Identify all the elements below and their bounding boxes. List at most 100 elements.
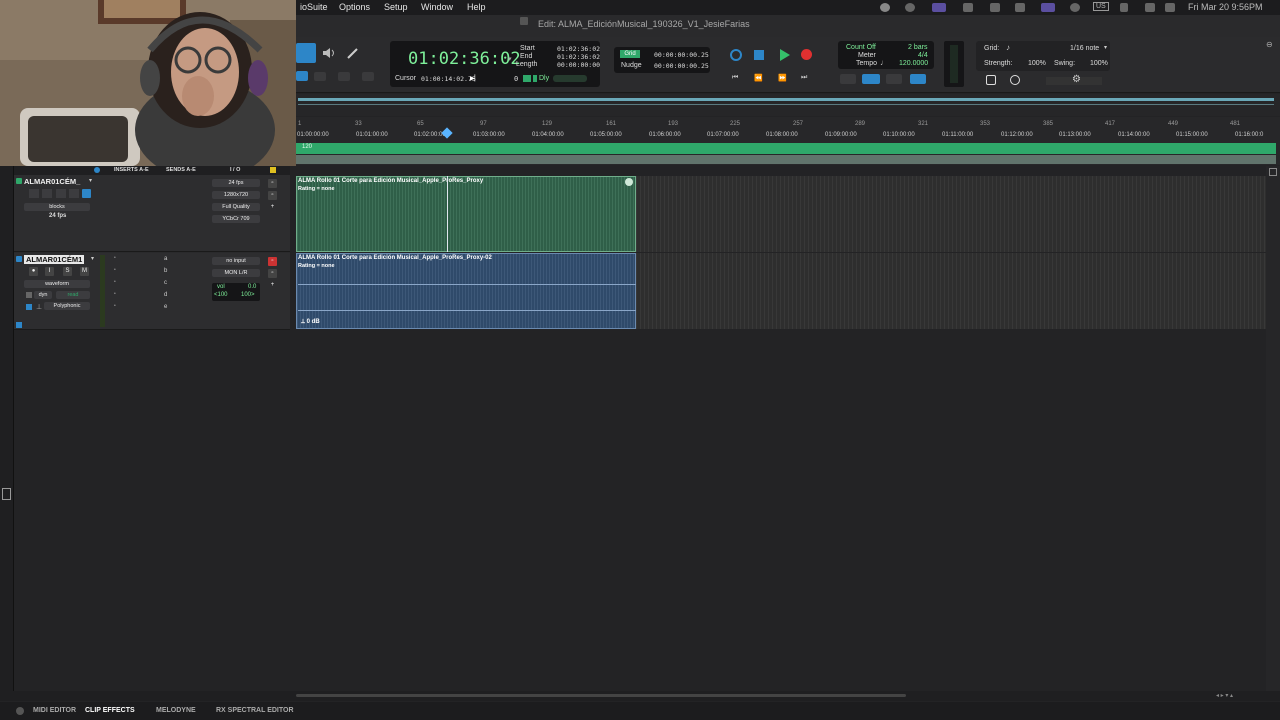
audio-clip[interactable]: ALMA Rollo 01 Corte para Edición Musical…	[296, 253, 636, 329]
edit-window-tracks[interactable]: ALMA Rollo 01 Corte para Edición Musical…	[296, 166, 1266, 691]
audio-io-settings-icon[interactable]: ▫	[268, 269, 277, 278]
video-io-colorspace[interactable]: YCbCr 709	[212, 215, 260, 223]
play-status-icon[interactable]	[1070, 3, 1080, 12]
mirror-icon[interactable]	[1041, 3, 1055, 12]
smart-tool-icon[interactable]	[296, 71, 308, 81]
length-value[interactable]: 00:00:00:00	[557, 61, 600, 69]
video-track-name[interactable]: ALMAR01CÉM_	[24, 177, 80, 186]
send-d[interactable]: d	[164, 292, 167, 298]
swing-value[interactable]: 100%	[1090, 60, 1108, 67]
meter-value[interactable]: 4/4	[918, 52, 928, 59]
grid-dropdown-icon[interactable]: ▾	[1104, 44, 1107, 51]
delay-label[interactable]: Dly	[539, 75, 549, 82]
tab-clip-effects[interactable]: CLIP EFFECTS	[85, 707, 135, 714]
wait-for-note-icon[interactable]	[886, 74, 902, 84]
universe-overview[interactable]	[296, 94, 1280, 116]
main-counter[interactable]: 01:02:36:02	[408, 49, 521, 69]
solo-button[interactable]: S	[63, 267, 72, 276]
video-io-fps[interactable]: 24 fps	[212, 179, 260, 187]
video-playlist-icon[interactable]	[82, 189, 91, 198]
voice-icon[interactable]	[26, 304, 32, 310]
send-c[interactable]: c	[164, 280, 167, 286]
insert-slot-d[interactable]: •	[114, 291, 116, 297]
nudge-value[interactable]: 00:00:00:00.25	[654, 62, 709, 70]
voice-selector[interactable]: Polyphonic	[44, 302, 90, 310]
start-value[interactable]: 01:02:36:02	[557, 45, 600, 53]
video-lock-button[interactable]	[42, 189, 52, 198]
select-tool-icon[interactable]	[362, 72, 374, 81]
sends-header[interactable]: SENDS A-E	[166, 167, 196, 173]
tempo-marker[interactable]: 120	[302, 144, 312, 150]
menu-window[interactable]: Window	[421, 2, 453, 12]
horizontal-scrollbar[interactable]: ◂ ▸ ▾ ▴	[0, 691, 1280, 701]
audio-track-header[interactable]: ALMAR01CÉM1 ▾ ● I S M waveform dyn read …	[14, 253, 290, 330]
video-online-button[interactable]	[29, 189, 39, 198]
lower-zone-toggle-icon[interactable]	[16, 707, 24, 715]
menu-app[interactable]: ioSuite	[300, 2, 328, 12]
count-off-label[interactable]: Count Off	[846, 44, 876, 51]
track-show-icon[interactable]	[16, 322, 22, 328]
tab-midi-editor[interactable]: MIDI EDITOR	[33, 707, 76, 714]
video-mute-button[interactable]	[56, 189, 66, 198]
insert-slot-a[interactable]: •	[114, 255, 116, 261]
timeline-rulers[interactable]: 1 33 65 97 129 161 193 225 257 289 321 3…	[296, 117, 1280, 165]
automation-mode[interactable]: read	[56, 291, 90, 299]
pan-left-value[interactable]: <100	[214, 292, 228, 298]
menu-setup[interactable]: Setup	[384, 2, 408, 12]
zoom-in-icon[interactable]	[986, 75, 996, 85]
volume-pan-box[interactable]: vol 0.0 <100 100>	[212, 283, 260, 301]
audio-input-selector[interactable]: no input	[212, 257, 260, 265]
audio-track-name[interactable]: ALMAR01CÉM1	[24, 255, 85, 264]
vertical-scrollbar[interactable]	[1266, 166, 1280, 691]
delay-icon[interactable]	[533, 75, 537, 82]
video-solo-button[interactable]	[69, 189, 79, 198]
marker-ruler[interactable]	[296, 155, 1276, 164]
video-clip-check-icon[interactable]	[625, 178, 633, 186]
zoom-tool-icon[interactable]	[314, 72, 326, 81]
video-view-selector[interactable]: blocks	[24, 203, 90, 211]
go-to-start-icon[interactable]: ⏮	[732, 74, 738, 82]
control-center-icon[interactable]	[1165, 3, 1175, 12]
video-io-resolution[interactable]: 1280x720	[212, 191, 260, 199]
metronome-icon[interactable]	[910, 74, 926, 84]
conductor-icon[interactable]	[840, 74, 856, 84]
grid-value[interactable]: 00:00:00:00.25	[654, 51, 709, 59]
control-icon[interactable]	[990, 3, 1000, 12]
insert-slot-e[interactable]: •	[114, 303, 116, 309]
grid-toggle[interactable]: Grid	[620, 50, 640, 58]
grabber-tool-icon[interactable]	[296, 43, 316, 63]
inserts-header[interactable]: INSERTS A-E	[114, 167, 149, 173]
grid-note-value[interactable]: 1/16 note	[1070, 45, 1099, 52]
extensions-icon[interactable]	[963, 3, 973, 12]
midi-merge-icon[interactable]	[862, 74, 880, 84]
pencil-tool-icon[interactable]	[346, 46, 364, 60]
clip-list-toggle-icon[interactable]	[2, 488, 11, 500]
send-b[interactable]: b	[164, 268, 167, 274]
trim-tool-icon[interactable]	[338, 72, 350, 81]
audio-track-menu-icon[interactable]: ▾	[91, 255, 94, 262]
track-view-toggle-icon[interactable]	[1269, 168, 1277, 176]
bluetooth-icon[interactable]	[1120, 3, 1128, 12]
audio-lane[interactable]: ALMA Rollo 01 Corte para Edición Musical…	[296, 253, 1266, 329]
fast-forward-icon[interactable]: ⏩	[778, 74, 787, 82]
audio-view-selector[interactable]: waveform	[24, 280, 90, 288]
clip-gain[interactable]: ⟂ 0 dB	[301, 319, 320, 326]
input-monitor-button[interactable]: I	[45, 267, 54, 276]
track-options-icon[interactable]	[94, 167, 100, 173]
end-value[interactable]: 01:02:36:02	[557, 53, 600, 61]
zoom-out-icon[interactable]	[1010, 75, 1020, 85]
menu-options[interactable]: Options	[339, 2, 370, 12]
comments-icon[interactable]	[270, 167, 276, 173]
tab-melodyne[interactable]: MELODYNE	[156, 707, 196, 714]
mute-button[interactable]: M	[80, 267, 89, 276]
video-clip[interactable]: ALMA Rollo 01 Corte para Edición Musical…	[296, 176, 636, 252]
audio-add-icon[interactable]: +	[268, 281, 277, 290]
sync-icon[interactable]	[905, 3, 915, 12]
insert-slot-c[interactable]: •	[114, 279, 116, 285]
gear-icon[interactable]: ⚙	[1072, 74, 1081, 85]
clock[interactable]: Fri Mar 20 9:56PM	[1188, 2, 1263, 12]
keyboard-layout[interactable]: US	[1093, 2, 1109, 11]
send-e[interactable]: e	[164, 304, 167, 310]
rewind-icon[interactable]: ⏪	[754, 74, 763, 82]
tempo-value[interactable]: 120.0000	[899, 60, 928, 67]
